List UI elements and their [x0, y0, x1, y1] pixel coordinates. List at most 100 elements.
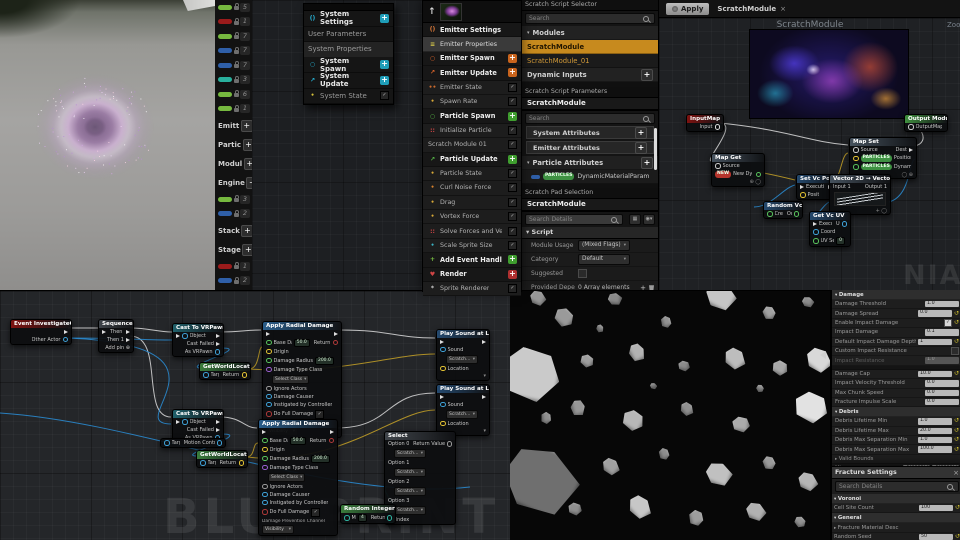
node-event-investigate-goals[interactable]: Event InvestigateGoals Other Actor — [10, 319, 72, 345]
search-input[interactable]: Search — [525, 13, 655, 24]
panel-collapse-arrow[interactable] — [816, 351, 826, 359]
exec-pin[interactable] — [482, 339, 486, 344]
system-menu-item[interactable]: • System State ✓ — [304, 88, 393, 104]
pin[interactable] — [446, 441, 452, 447]
system-menu-item[interactable]: System Properties — [304, 42, 393, 58]
exec-pin[interactable] — [440, 394, 444, 399]
stack-row[interactable]: Modul + — [215, 154, 252, 173]
dropdown[interactable]: Visibility ▾ — [262, 524, 294, 534]
enabled-checkbox[interactable]: ✓ — [508, 183, 517, 193]
script-list-item[interactable]: Dynamic Inputs + — [521, 68, 659, 82]
node-get-world-location-2[interactable]: GetWorldLocationTargetReturn Value — [196, 450, 248, 468]
emitter-stack-item[interactable]: • Drag ✓ — [423, 195, 521, 211]
stack-row[interactable]: 7 — [215, 58, 252, 73]
pin[interactable] — [262, 437, 268, 444]
stack-row[interactable]: Partic + — [215, 135, 252, 154]
pin[interactable] — [853, 164, 859, 170]
add-button[interactable]: + — [508, 269, 517, 279]
stack-row[interactable]: 5 — [215, 0, 252, 15]
enabled-checkbox[interactable]: ✓ — [508, 226, 517, 236]
dropdown[interactable]: Scratch… ▾ — [394, 468, 426, 477]
property-value[interactable]: 0.0 — [917, 310, 952, 317]
expander-icon[interactable]: ▾ — [527, 160, 530, 166]
checkbox[interactable]: ✓ — [315, 409, 325, 419]
enabled-checkbox[interactable]: ✓ — [508, 197, 517, 207]
pin[interactable] — [440, 401, 446, 408]
emitter-stack-item[interactable]: ○ Emitter Spawn + — [423, 51, 521, 67]
search-input[interactable]: Search — [525, 113, 655, 124]
exec-pin[interactable] — [440, 339, 444, 344]
node-cast-to-vrpawn-1[interactable]: Cast To VRPawn Object Cast Failed As VRPawn — [172, 323, 224, 357]
stack-row[interactable]: Stage + — [215, 240, 252, 259]
property-value[interactable]: 0.1 — [925, 329, 959, 336]
stack-row[interactable]: 1 — [215, 15, 252, 30]
pin[interactable] — [238, 460, 244, 466]
exec-pin[interactable] — [266, 331, 270, 336]
reset-to-default-icon[interactable]: ↺ — [954, 437, 959, 443]
pin[interactable] — [241, 372, 247, 378]
emitter-stack-item[interactable]: • Particle State ✓ — [423, 166, 521, 182]
stack-row[interactable]: Stack + — [215, 221, 252, 240]
up-arrow-icon[interactable]: ↑ — [428, 7, 436, 17]
pin[interactable] — [332, 339, 338, 346]
scrollbar[interactable] — [654, 128, 657, 170]
property-value[interactable]: 100.0 — [917, 446, 952, 453]
pin[interactable] — [266, 348, 272, 355]
pin[interactable] — [164, 440, 170, 446]
node-inputmap[interactable]: InputMap Input — [686, 114, 724, 132]
add-button[interactable]: + — [508, 154, 517, 164]
emitter-stack-item[interactable]: •• Emitter State ✓ — [423, 80, 521, 95]
exec-pin[interactable] — [262, 429, 266, 434]
stack-row[interactable]: Emitt + — [215, 116, 252, 135]
node-motion-controller-right[interactable]: TargetMotion Controller Right — [160, 438, 226, 448]
pin[interactable] — [262, 483, 268, 490]
reset-to-default-icon[interactable]: ↺ — [955, 505, 960, 511]
reset-to-default-icon[interactable]: ↺ — [954, 310, 959, 317]
exec-pin[interactable] — [102, 330, 106, 334]
expander-icon[interactable]: ▾ — [527, 30, 530, 36]
node-output-module[interactable]: Output ModuleOutputMap — [904, 114, 948, 132]
add-button[interactable]: + — [635, 126, 647, 139]
blueprint-graph[interactable]: BLUEPRINT Event InvestigateGoalsOther Ac… — [0, 290, 510, 540]
reset-to-default-icon[interactable]: ↺ — [955, 533, 960, 540]
enabled-checkbox[interactable]: ✓ — [508, 284, 517, 294]
value-field[interactable]: 50.0 — [293, 338, 310, 347]
pin[interactable] — [386, 515, 392, 521]
property-value[interactable]: 0.0 — [925, 398, 959, 406]
pin[interactable] — [813, 229, 819, 235]
property-value[interactable]: 10.0 — [917, 370, 952, 378]
pin[interactable] — [214, 349, 220, 355]
view-options-icon[interactable]: ▦ — [629, 214, 641, 225]
pin[interactable] — [262, 509, 268, 515]
pin[interactable] — [266, 339, 272, 346]
script-list-item[interactable]: ScratchModule — [521, 40, 659, 54]
enabled-checkbox[interactable]: ✓ — [508, 169, 517, 179]
parameter-row[interactable]: Emitter Attributes + — [526, 141, 654, 154]
pin[interactable] — [262, 499, 268, 506]
pin[interactable] — [182, 333, 188, 339]
fracture-window-header[interactable]: Fracture Settings × — [832, 467, 960, 479]
stack-row[interactable]: 7 — [215, 29, 252, 44]
exec-pin[interactable] — [216, 342, 220, 346]
pin[interactable] — [853, 155, 859, 161]
emitter-stack-item[interactable]: :: Initialize Particle ✓ — [423, 123, 521, 139]
property-value[interactable]: 1.0 — [917, 437, 952, 444]
node-apply-radial-damage-2[interactable]: Apply Radial Damage Base Damage50.0Return… — [258, 419, 338, 536]
add-button[interactable]: + — [240, 119, 252, 132]
pin[interactable] — [755, 171, 761, 177]
reset-to-default-icon[interactable]: ↺ — [954, 446, 959, 453]
checkbox[interactable] — [578, 269, 587, 278]
exec-pin[interactable] — [216, 334, 220, 338]
pin[interactable] — [262, 464, 268, 471]
pin[interactable] — [62, 336, 68, 343]
emitter-stack-item[interactable]: ↗ Particle Update + — [423, 152, 521, 167]
pin[interactable] — [266, 401, 272, 408]
exec-pin[interactable] — [176, 334, 180, 338]
pin[interactable] — [800, 192, 806, 198]
add-button[interactable]: + — [508, 111, 517, 121]
enabled-checkbox[interactable]: ✓ — [508, 97, 517, 107]
parameter-row[interactable]: PARTICLES DynamicMaterialParam — [521, 170, 659, 184]
property-value[interactable]: 1.0 — [925, 357, 959, 364]
stack-row[interactable]: 2 — [215, 274, 252, 289]
enabled-checkbox[interactable]: ✓ — [508, 82, 517, 92]
